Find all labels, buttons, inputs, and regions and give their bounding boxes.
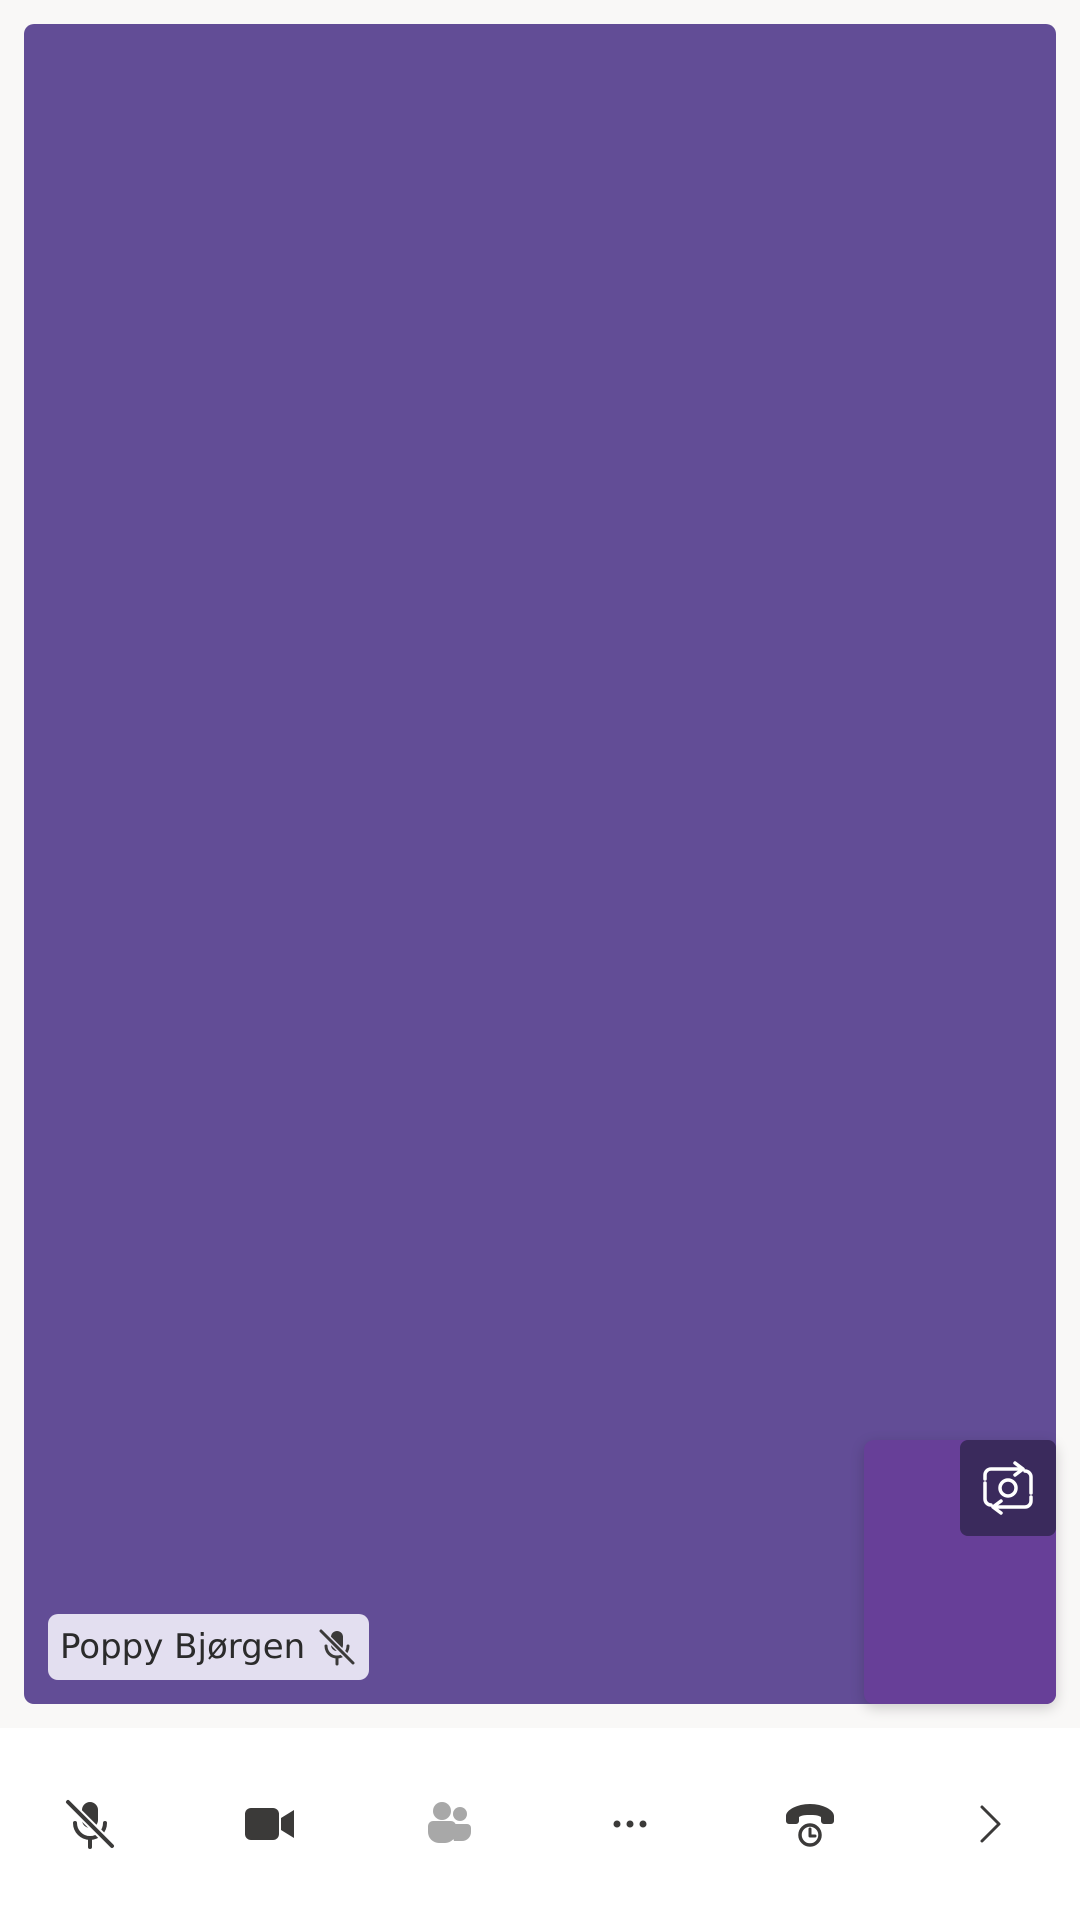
people-icon: [428, 1802, 471, 1843]
chevron-right-icon: [980, 1805, 1001, 1843]
participant-name-tag: Poppy Bjørgen: [48, 1614, 370, 1680]
camera-button[interactable]: [210, 1764, 330, 1884]
microphone-off-icon: [64, 1798, 116, 1850]
participant-name: Poppy Bjørgen: [60, 1627, 306, 1667]
switch-camera-button[interactable]: [960, 1440, 1056, 1536]
video-camera-icon: [245, 1808, 294, 1840]
mute-button[interactable]: [30, 1764, 150, 1884]
phone-clock-icon: [786, 1804, 834, 1847]
hang-up-button[interactable]: [750, 1764, 870, 1884]
participants-button[interactable]: [390, 1764, 510, 1884]
switch-camera-icon: [983, 1461, 1033, 1515]
more-options-button[interactable]: [570, 1764, 690, 1884]
call-toolbar: [0, 1728, 1080, 1920]
expand-button[interactable]: [930, 1764, 1050, 1884]
more-options-icon: [613, 1820, 647, 1828]
microphone-off-icon: [318, 1628, 357, 1666]
